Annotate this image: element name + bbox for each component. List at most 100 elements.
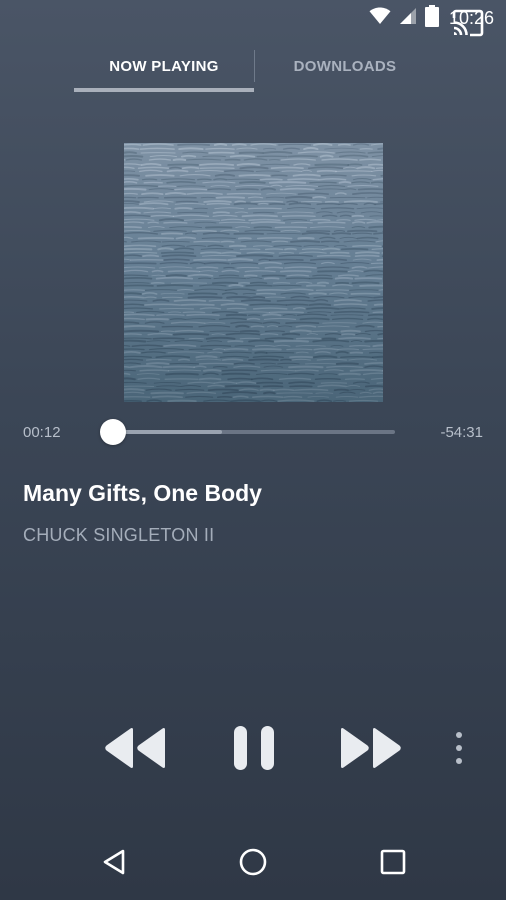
water-ripple — [155, 276, 194, 280]
water-ripple — [352, 245, 382, 247]
water-ripple — [295, 337, 323, 340]
water-ripple — [322, 247, 340, 251]
water-ripple — [227, 258, 254, 262]
more-options-button[interactable] — [444, 728, 474, 772]
water-ripple — [124, 240, 127, 243]
water-ripple — [195, 355, 218, 359]
water-ripple — [367, 163, 383, 166]
water-ripple — [124, 313, 155, 317]
water-ripple — [319, 154, 334, 158]
water-ripple — [124, 226, 142, 229]
water-ripple — [279, 187, 315, 191]
water-ripple — [124, 284, 154, 287]
water-ripple — [354, 254, 380, 258]
water-ripple — [167, 163, 200, 166]
water-ripple — [124, 184, 159, 188]
water-ripple — [228, 283, 244, 287]
water-ripple — [309, 181, 337, 184]
water-ripple — [364, 385, 383, 388]
water-ripple — [300, 200, 322, 203]
water-ripple — [329, 251, 350, 254]
water-ripple — [380, 174, 383, 177]
water-ripple — [355, 251, 380, 255]
water-ripple — [263, 391, 276, 395]
water-ripple — [305, 307, 340, 310]
water-ripple — [335, 170, 373, 173]
water-ripple — [202, 155, 226, 158]
seek-bar[interactable] — [100, 419, 395, 445]
cell-signal-icon — [399, 7, 417, 30]
water-ripple — [124, 192, 138, 195]
water-ripple — [205, 336, 236, 340]
water-ripple — [188, 348, 212, 351]
water-ripple — [372, 355, 383, 359]
water-ripple — [141, 192, 164, 196]
water-ripple — [252, 211, 275, 214]
water-ripple — [186, 313, 220, 317]
water-ripple — [196, 266, 219, 269]
nav-back-button[interactable] — [84, 842, 144, 886]
water-ripple — [278, 143, 312, 146]
water-ripple — [269, 311, 304, 314]
water-ripple — [370, 181, 383, 184]
water-ripple — [308, 303, 332, 306]
tab-downloads[interactable]: DOWNLOADS — [255, 40, 435, 92]
tab-now-playing[interactable]: NOW PLAYING — [74, 40, 254, 92]
water-ripple — [368, 225, 383, 229]
water-ripple — [254, 351, 268, 354]
water-ripple — [320, 174, 347, 177]
water-ripple — [301, 231, 330, 235]
fast-forward-button[interactable] — [336, 722, 406, 778]
water-ripple — [240, 299, 271, 302]
water-ripple — [312, 355, 338, 359]
water-ripple — [371, 307, 383, 310]
water-ripple — [376, 382, 383, 384]
water-ripple — [287, 155, 318, 158]
water-ripple — [309, 218, 331, 222]
water-ripple — [233, 202, 259, 206]
water-ripple — [316, 169, 337, 173]
water-ripple — [241, 214, 278, 218]
water-ripple — [124, 365, 130, 369]
water-ripple — [347, 163, 363, 166]
water-ripple — [272, 284, 302, 287]
water-ripple — [235, 324, 250, 328]
water-ripple — [200, 196, 216, 199]
water-ripple — [252, 245, 273, 247]
water-ripple — [187, 292, 218, 295]
water-ripple — [167, 399, 197, 402]
wifi-icon — [369, 6, 391, 30]
water-ripple — [198, 377, 222, 381]
water-ripple — [362, 348, 383, 351]
water-ripple — [252, 395, 284, 398]
water-ripple — [377, 147, 383, 151]
water-ripple — [124, 206, 155, 210]
water-ripple — [124, 282, 150, 284]
system-nav-bar — [0, 830, 506, 900]
water-ripple — [347, 229, 378, 233]
cast-button[interactable] — [450, 9, 486, 40]
water-ripple — [317, 221, 346, 224]
water-ripple — [141, 178, 158, 181]
water-ripple — [331, 232, 352, 235]
water-ripple — [200, 251, 222, 254]
water-ripple — [320, 240, 340, 243]
water-ripple — [167, 270, 201, 273]
water-ripple — [316, 202, 340, 206]
water-ripple — [200, 344, 232, 347]
water-ripple — [367, 313, 383, 317]
nav-recents-button[interactable] — [363, 842, 423, 886]
time-remaining: -54:31 — [440, 424, 483, 441]
nav-home-button[interactable] — [223, 842, 283, 886]
rewind-button[interactable] — [100, 722, 170, 778]
water-ripple — [340, 329, 361, 333]
water-ripple — [124, 151, 137, 154]
pause-button[interactable] — [224, 722, 284, 778]
status-bar: 10:26 — [0, 0, 506, 36]
water-ripple — [374, 202, 383, 206]
seek-thumb[interactable] — [100, 419, 127, 445]
water-ripple — [145, 174, 175, 177]
water-ripple — [187, 296, 223, 299]
home-icon — [238, 847, 268, 882]
water-ripple — [299, 317, 330, 321]
